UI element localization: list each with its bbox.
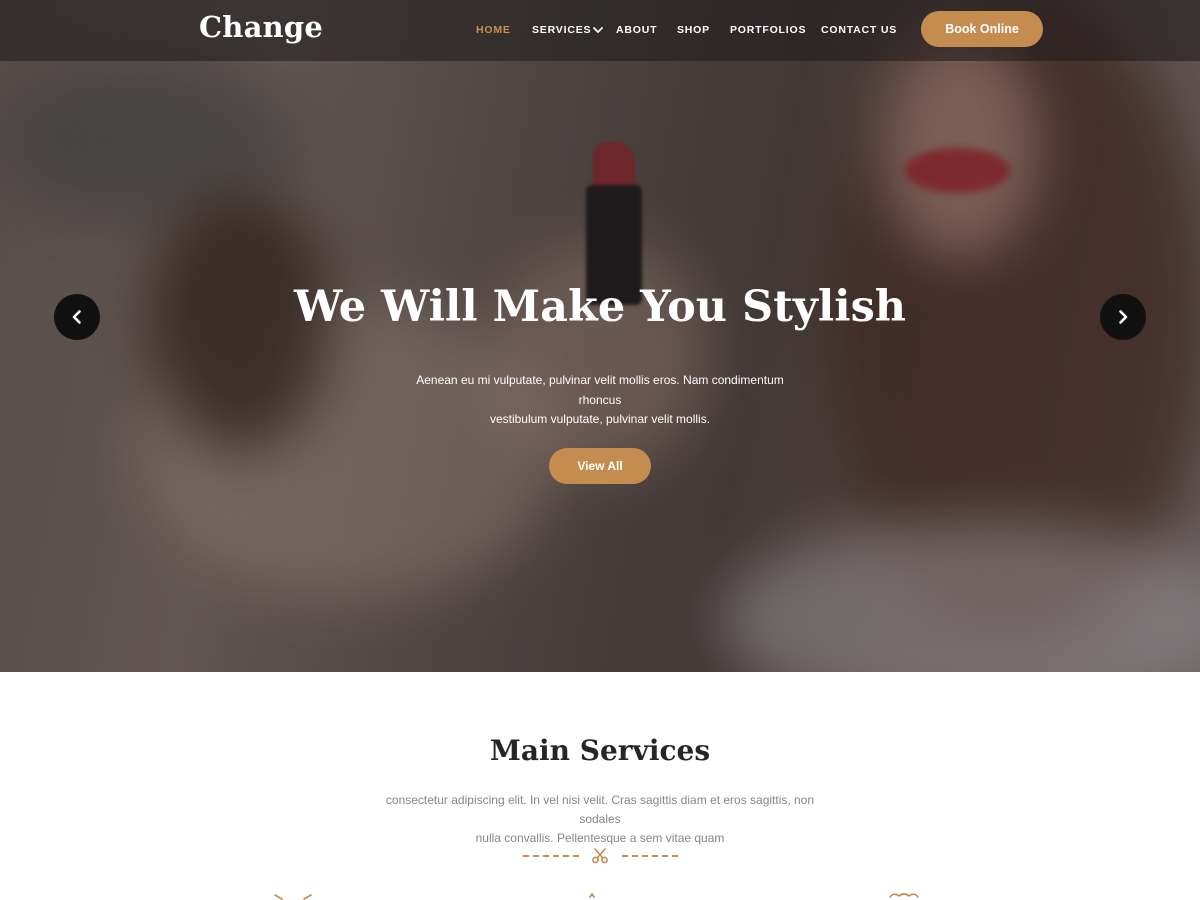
book-online-button[interactable]: Book Online: [921, 11, 1043, 47]
hero-overlay: [0, 0, 1200, 672]
nav-item-home[interactable]: HOME: [476, 24, 511, 36]
service-icon: [889, 893, 919, 898]
nav-item-portfolios[interactable]: PORTFOLIOS: [730, 24, 806, 36]
section-description-line: consectetur adipiscing elit. In vel nisi…: [385, 793, 815, 826]
chevron-down-icon[interactable]: [592, 24, 604, 36]
section-divider: [0, 846, 1200, 866]
hero-slider: We Will Make You Stylish Aenean eu mi vu…: [0, 0, 1200, 672]
scissors-icon: [592, 848, 608, 864]
hero-description-line: vestibulum vulputate, pulvinar velit mol…: [489, 412, 711, 426]
top-navbar: Change HOME SERVICES ABOUT SHOP PORTFOLI…: [0, 0, 1200, 61]
nav-item-contact-us[interactable]: CONTACT US: [821, 24, 897, 36]
hero-description-line: Aenean eu mi vulputate, pulvinar velit m…: [416, 373, 784, 407]
view-all-button[interactable]: View All: [549, 448, 651, 484]
nav-item-about[interactable]: ABOUT: [616, 24, 657, 36]
nav-item-shop[interactable]: SHOP: [677, 24, 710, 36]
hero-description: Aenean eu mi vulputate, pulvinar velit m…: [395, 371, 805, 430]
nav-item-services[interactable]: SERVICES: [532, 24, 591, 36]
hero-title: We Will Make You Stylish: [293, 282, 907, 332]
service-icon: [274, 894, 312, 900]
divider-dashes-left: [523, 855, 579, 857]
section-title: Main Services: [489, 734, 711, 767]
section-description: consectetur adipiscing elit. In vel nisi…: [370, 791, 830, 848]
service-icon: [589, 892, 595, 898]
divider-dashes-right: [622, 855, 678, 857]
